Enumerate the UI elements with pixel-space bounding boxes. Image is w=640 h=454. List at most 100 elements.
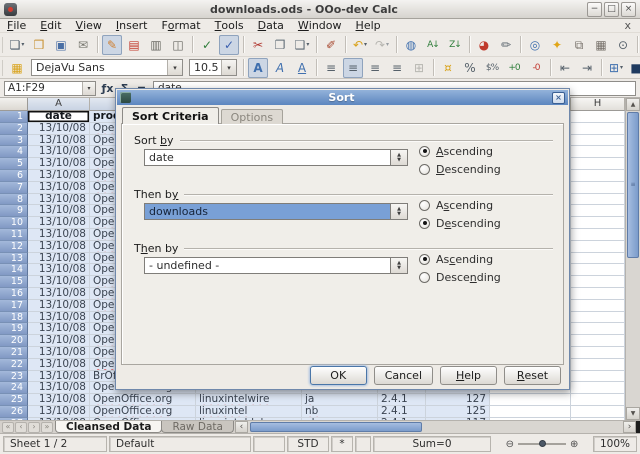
grid-cell[interactable]: 13/10/08 [28,312,90,324]
titlebar[interactable]: downloads.ods - OOo-dev Calc −□× [0,0,640,19]
sort-descending-button[interactable]: Z↓ [445,35,465,55]
status-zoom-level[interactable]: 100% [593,436,637,452]
hyperlink-button[interactable]: ◍ [401,35,421,55]
email-button[interactable]: ✉ [73,35,93,55]
grid-cell[interactable]: 127 [426,394,490,406]
open-button[interactable]: ❒ [29,35,49,55]
number-standard-button[interactable]: $% [482,58,502,78]
grid-cell[interactable]: linuxintelwire [196,394,302,406]
sort-key-combo-2[interactable]: downloads▲▼ [144,203,408,220]
row-header-21[interactable]: 21 [0,347,28,359]
row-header-23[interactable]: 23 [0,371,28,383]
sort-key-combo-3[interactable]: - undefined -▲▼ [144,257,408,274]
descending-radio-2[interactable]: Descending [419,217,501,229]
grid-cell[interactable]: 13/10/08 [28,123,90,135]
grid-cell[interactable] [571,146,625,158]
row-header-6[interactable]: 6 [0,170,28,182]
function-wizard-button[interactable]: ƒx [99,81,116,96]
grid-cell[interactable]: 13/10/08 [28,194,90,206]
menu-tools[interactable]: Tools [208,19,251,32]
scroll-down-icon[interactable]: ▼ [626,407,640,420]
styles-button[interactable]: ▦ [7,58,27,78]
delete-decimal-button[interactable]: -0 [526,58,546,78]
row-header-4[interactable]: 4 [0,146,28,158]
new-document-button[interactable]: ❏▾ [7,35,27,55]
grid-cell[interactable] [571,335,625,347]
close-button[interactable]: × [621,2,636,17]
print-button[interactable]: ▥ [146,35,166,55]
copy-button[interactable]: ❐ [270,35,290,55]
menu-help[interactable]: Help [349,19,388,32]
grid-cell[interactable]: 13/10/08 [28,323,90,335]
sort-ascending-button[interactable]: A↓ [423,35,443,55]
row-header-13[interactable]: 13 [0,253,28,265]
save-button[interactable]: ▣ [51,35,71,55]
font-size-value[interactable]: 10.5 [190,61,221,74]
menu-window[interactable]: Window [291,19,349,32]
menu-format[interactable]: Format [154,19,207,32]
background-color-button[interactable]: ■▾ [628,58,640,78]
grid-cell[interactable]: 13/10/08 [28,170,90,182]
undo-button[interactable]: ↶▾ [350,35,370,55]
scroll-right-icon[interactable]: › [623,421,636,433]
combo-dropdown-icon[interactable]: ▾ [221,60,236,75]
next-sheet-button[interactable]: › [28,422,40,433]
grid-cell[interactable] [571,111,625,123]
combo-dropdown-icon[interactable]: ▾ [167,60,182,75]
menu-edit[interactable]: Edit [33,19,68,32]
descending-radio-1[interactable]: Descending [419,163,501,175]
align-left-button[interactable]: ≡ [321,58,341,78]
select-all-corner[interactable] [0,98,28,111]
vertical-scroll-track[interactable]: ≡ [626,111,640,407]
grid-cell[interactable]: 13/10/08 [28,229,90,241]
bold-button[interactable]: A [248,58,268,78]
ok-button[interactable]: OK [310,366,367,385]
toolbar-grip[interactable] [2,60,3,76]
grid-cell[interactable] [571,359,625,371]
grid-cell[interactable]: 13/10/08 [28,135,90,147]
grid-cell[interactable] [571,217,625,229]
grid-cell[interactable] [571,229,625,241]
ascending-radio-3[interactable]: Ascending [419,253,493,265]
grid-cell[interactable]: 13/10/08 [28,300,90,312]
help-button[interactable]: Help [440,366,497,385]
toolbar-grip[interactable] [2,37,3,53]
scrollbar-split-handle[interactable] [636,421,640,433]
column-header-a[interactable]: A [28,98,90,111]
last-sheet-button[interactable]: » [41,422,53,433]
ascending-radio-1[interactable]: Ascending [419,145,493,157]
zoom-slider[interactable]: ⊖ ⊕ [493,436,591,452]
grid-cell[interactable]: 13/10/08 [28,217,90,229]
grid-cell[interactable]: 13/10/08 [28,382,90,394]
row-header-14[interactable]: 14 [0,264,28,276]
radio-selected-icon[interactable] [419,218,430,229]
grid-cell[interactable] [571,406,625,418]
status-page-style[interactable]: Default [109,436,251,452]
row-header-19[interactable]: 19 [0,323,28,335]
grid-cell[interactable] [571,241,625,253]
row-header-10[interactable]: 10 [0,217,28,229]
scroll-left-icon[interactable]: ‹ [235,421,248,433]
radio-unselected-icon[interactable] [419,200,430,211]
insert-chart-button[interactable]: ◕ [474,35,494,55]
grid-cell[interactable] [571,288,625,300]
dialog-tab-sort-criteria[interactable]: Sort Criteria [122,107,219,124]
grid-cell[interactable]: 13/10/08 [28,288,90,300]
scroll-up-icon[interactable]: ▲ [626,98,640,111]
combo-spin-icon[interactable]: ▲▼ [390,150,407,165]
sort-key-combo-1[interactable]: date▲▼ [144,149,408,166]
grid-cell[interactable] [571,394,625,406]
underline-button[interactable]: A [292,58,312,78]
grid-cell[interactable] [571,253,625,265]
number-percent-button[interactable]: % [460,58,480,78]
grid-cell[interactable]: 13/10/08 [28,394,90,406]
grid-cell[interactable]: ja [302,394,378,406]
grid-cell[interactable] [571,323,625,335]
spellcheck-button[interactable]: ✓ [197,35,217,55]
grid-cell[interactable] [571,205,625,217]
align-center-button[interactable]: ≡ [343,58,363,78]
row-header-17[interactable]: 17 [0,300,28,312]
page-preview-button[interactable]: ◫ [168,35,188,55]
dropdown-caret-icon[interactable]: ▾ [364,41,367,48]
dropdown-caret-icon[interactable]: ▾ [386,41,389,48]
